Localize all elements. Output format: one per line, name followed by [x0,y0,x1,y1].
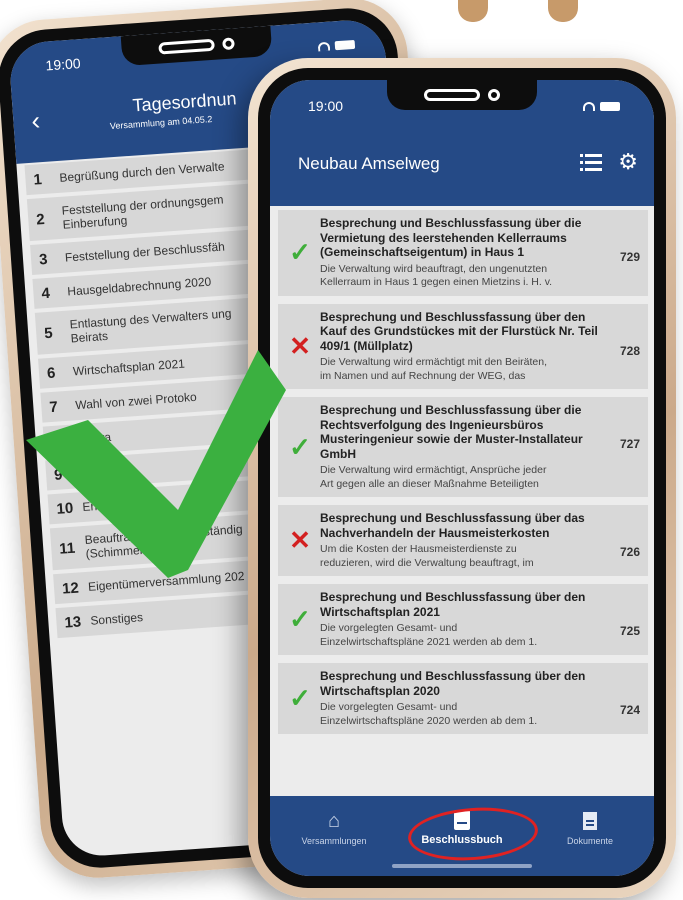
status-time: 19:00 [45,55,82,74]
resolution-body: Besprechung und Beschlussfassung über di… [316,216,602,290]
status-indicator: ✓ [284,590,316,649]
resolution-body: Besprechung und Beschlussfassung über de… [316,590,602,649]
resolution-description: reduzieren, wird die Verwaltung beauftra… [320,556,534,569]
agenda-number: 4 [40,284,51,302]
resolution-card[interactable]: ✓ Besprechung und Beschlussfassung über d… [278,584,648,655]
status-time: 19:00 [308,98,344,114]
home-icon: ⌂ [327,810,341,832]
agenda-label: Begrüßung durch den Verwalte [58,159,225,185]
resolution-description: im Namen und auf Rechnung der WEG, das [320,369,526,382]
front-phone: 19:00 Neubau Amselweg ⚙ ✓ Besprechung und… [248,58,676,898]
status-indicator: ✓ [284,669,316,728]
tab-versammlungen[interactable]: ⌂ Versammlungen [270,796,398,876]
notch [387,80,537,110]
resolution-title: Besprechung und Beschlussfassung über de… [320,590,586,619]
resolution-number: 727 [619,437,640,451]
agenda-label: Feststellung der ordnungsgem Einberufung [61,192,224,232]
resolution-description: Um die Kosten der Hausmeisterdienste zu [320,543,517,555]
home-indicator[interactable] [392,864,532,868]
tab-label: Dokumente [566,836,614,846]
check-icon: ✓ [289,237,311,268]
resolution-number: 725 [619,624,640,638]
top-decoration [458,0,488,22]
tab-dokumente[interactable]: Dokumente [526,796,654,876]
agenda-label: Feststellung der Beschlussfäh [64,239,226,265]
resolution-card[interactable]: ✓ Besprechung und Beschlussfassung über d… [278,663,648,734]
resolution-description: Die Verwaltung wird ermächtigt mit den B… [320,356,548,368]
page-subtitle: Versammlung am 04.05.2 [109,114,213,132]
resolution-number: 726 [619,545,640,559]
resolution-screen: 19:00 Neubau Amselweg ⚙ ✓ Besprechung und… [270,80,654,876]
page-title: Tagesordnun [131,88,238,116]
resolution-description: Die vorgelegten Gesamt- und [320,701,458,713]
resolution-number: 724 [619,703,640,717]
status-icons [317,39,356,52]
tab-label: Versammlungen [301,836,367,846]
resolution-title: Besprechung und Beschlussfassung über de… [320,669,586,698]
resolution-description: Die vorgelegten Gesamt- und [320,622,458,634]
status-indicator: ✓ [284,216,316,290]
check-icon: ✓ [289,604,311,634]
gear-icon[interactable]: ⚙ [618,150,638,174]
resolution-card[interactable]: ✓ Besprechung und Beschlussfassung über d… [278,397,648,497]
back-chevron-icon[interactable]: ‹ [30,105,41,136]
status-icons [583,102,620,111]
large-check-icon [26,350,286,578]
resolution-card[interactable]: ✓ Besprechung und Beschlussfassung über d… [278,210,648,296]
agenda-label: Hausgeldabrechnung 2020 [66,274,212,299]
resolution-description: Kellerraum in Haus 1 gegen einen Mietzin… [320,276,553,288]
resolution-body: Besprechung und Beschlussfassung über da… [316,511,602,570]
document-icon [583,812,597,830]
battery-icon [600,102,620,111]
phone-bezel: 19:00 Neubau Amselweg ⚙ ✓ Besprechung und… [258,68,666,888]
resolution-body: Besprechung und Beschlussfassung über di… [316,403,602,491]
resolution-card[interactable]: ✕ Besprechung und Beschlussfassung über d… [278,505,648,576]
resolution-number: 729 [619,250,640,264]
resolution-description: Einzelwirtschaftspläne 2021 werden ab de… [320,635,538,648]
agenda-number: 1 [32,170,43,189]
resolution-description: Die Verwaltung wird ermächtigt, Ansprüch… [320,464,547,476]
resolution-title: Besprechung und Beschlussfassung über da… [320,511,585,540]
wifi-icon [317,41,331,52]
wifi-icon [583,102,595,111]
resolution-title: Besprechung und Beschlussfassung über di… [320,216,582,259]
top-decoration [548,0,578,22]
resolution-description: Art gegen alle an dieser Maßnahme Beteil… [320,477,539,490]
battery-icon [334,39,356,51]
resolution-number: 728 [619,343,640,358]
resolution-list: ✓ Besprechung und Beschlussfassung über d… [270,210,654,796]
agenda-number: 3 [38,250,49,268]
app-title: Neubau Amselweg [298,154,440,173]
agenda-label: Sonstiges [89,610,144,628]
resolution-title: Besprechung und Beschlussfassung über de… [320,309,598,353]
agenda-number: 13 [63,612,82,632]
resolution-card[interactable]: ✕ Besprechung und Beschlussfassung über d… [278,303,648,389]
resolution-title: Besprechung und Beschlussfassung über di… [320,403,583,461]
list-icon[interactable] [580,154,602,172]
check-icon: ✓ [289,683,311,713]
resolution-description: Einzelwirtschaftspläne 2020 werden ab de… [320,714,538,727]
resolution-description: Die Verwaltung wird beauftragt, den unge… [320,262,548,275]
agenda-number: 2 [35,210,46,229]
resolution-body: Besprechung und Beschlussfassung über de… [316,669,602,728]
resolution-body: Besprechung und Beschlussfassung über de… [316,310,602,384]
